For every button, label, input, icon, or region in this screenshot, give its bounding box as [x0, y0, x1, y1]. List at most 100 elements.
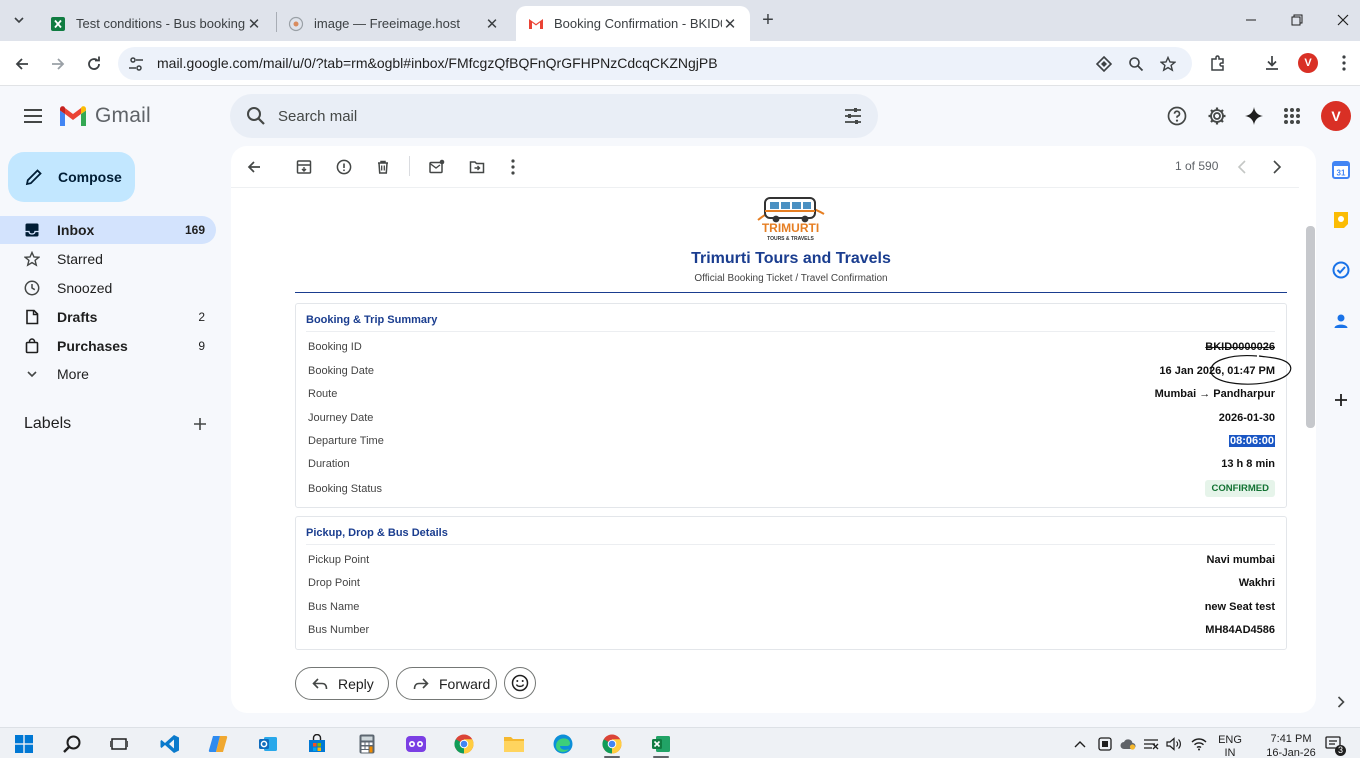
reload-button[interactable] — [81, 51, 107, 77]
reply-button[interactable]: Reply — [295, 667, 389, 700]
report-spam-button[interactable] — [333, 156, 355, 178]
back-button[interactable] — [9, 51, 35, 77]
extension-badge-button[interactable] — [1094, 54, 1114, 74]
draft-count: 2 — [198, 310, 205, 324]
sidebar-item-inbox[interactable]: Inbox 169 — [0, 216, 216, 244]
newer-button[interactable] — [1231, 156, 1253, 178]
gmail-logo-icon[interactable] — [58, 104, 88, 128]
detail-label: Pickup Point — [308, 554, 370, 566]
sidebar-item-more[interactable]: More — [0, 360, 216, 388]
taskbar-copilot[interactable] — [207, 734, 229, 754]
archive-button[interactable] — [293, 156, 315, 178]
forward-button[interactable] — [45, 51, 71, 77]
company-name: Trimurti Tours and Travels — [691, 250, 891, 267]
start-button[interactable] — [13, 734, 35, 754]
bookmark-button[interactable] — [1158, 54, 1178, 74]
alert-circle-icon — [336, 159, 352, 175]
minimize-button[interactable] — [1238, 8, 1264, 32]
tasks-panel-button[interactable] — [1331, 260, 1351, 280]
settings-button[interactable] — [1206, 105, 1228, 127]
zoom-button[interactable] — [1126, 54, 1146, 74]
search-options-icon[interactable] — [842, 105, 864, 127]
more-actions-button[interactable] — [502, 156, 524, 178]
sidebar-item-drafts[interactable]: Drafts 2 — [0, 303, 216, 331]
taskbar-file-explorer[interactable] — [503, 734, 525, 754]
restore-button[interactable] — [1284, 8, 1310, 32]
wifi-icon — [1191, 738, 1207, 751]
close-window-button[interactable] — [1330, 8, 1356, 32]
browser-tab-gmail[interactable]: Booking Confirmation - BKID00 ✕ — [516, 6, 750, 41]
scrollbar-thumb[interactable] — [1306, 226, 1315, 428]
detail-label: Booking Status — [308, 483, 382, 495]
downloads-button[interactable] — [1261, 52, 1283, 74]
account-avatar[interactable]: V — [1321, 101, 1351, 131]
taskbar-edge[interactable] — [552, 734, 574, 754]
kebab-menu-icon — [511, 159, 515, 175]
archive-icon — [296, 160, 312, 174]
sidebar-item-starred[interactable]: Starred — [0, 245, 216, 273]
emoji-reaction-button[interactable] — [504, 667, 536, 699]
departure-time-value[interactable]: 08:06:00 — [1228, 435, 1275, 447]
browser-profile-avatar[interactable]: V — [1298, 53, 1318, 73]
browser-tab-freeimage[interactable]: image — Freeimage.host ✕ — [276, 6, 512, 41]
detail-row: Booking Status CONFIRMED — [308, 480, 1275, 500]
main-menu-button[interactable] — [20, 103, 46, 129]
forward-button[interactable]: Forward — [396, 667, 497, 700]
extensions-button[interactable] — [1207, 52, 1229, 74]
tab-search-button[interactable] — [6, 8, 32, 32]
purchases-count: 9 — [198, 339, 205, 353]
tab-close-icon[interactable]: ✕ — [484, 16, 500, 33]
search-icon[interactable] — [245, 105, 267, 127]
show-hidden-icons-button[interactable] — [1069, 734, 1091, 754]
plus-icon — [1335, 394, 1347, 406]
taskbar-excel[interactable] — [650, 734, 672, 754]
move-to-button[interactable] — [466, 156, 488, 178]
taskbar-chrome[interactable] — [453, 734, 475, 754]
gear-icon — [1208, 107, 1226, 125]
keep-panel-button[interactable] — [1331, 210, 1351, 230]
compose-button[interactable]: Compose — [8, 152, 135, 202]
gemini-button[interactable] — [1243, 105, 1265, 127]
get-addons-button[interactable] — [1331, 390, 1351, 410]
freeimage-icon — [288, 16, 304, 31]
taskbar-search-button[interactable] — [61, 734, 83, 754]
tray-icon-device[interactable] — [1094, 734, 1116, 754]
support-button[interactable] — [1166, 105, 1188, 127]
detail-label: Duration — [308, 458, 350, 470]
language-indicator[interactable]: ENG IN — [1217, 734, 1243, 758]
browser-toolbar: mail.google.com/mail/u/0/?tab=rm&ogbl#in… — [0, 41, 1360, 86]
address-bar[interactable]: mail.google.com/mail/u/0/?tab=rm&ogbl#in… — [118, 47, 1192, 80]
sidebar-item-purchases[interactable]: Purchases 9 — [0, 332, 216, 360]
task-view-button[interactable] — [108, 734, 130, 754]
browser-menu-button[interactable] — [1333, 52, 1355, 74]
browser-tab-excel[interactable]: Test conditions - Bus booking.x ✕ — [38, 6, 274, 41]
create-label-button[interactable] — [191, 415, 209, 433]
tab-close-icon[interactable]: ✕ — [246, 16, 262, 33]
task-view-icon — [110, 738, 128, 750]
system-clock[interactable]: 7:41 PM 16-Jan-26 — [1264, 732, 1318, 758]
calendar-panel-button[interactable]: 31 — [1331, 160, 1351, 180]
volume-button[interactable] — [1163, 734, 1185, 754]
tab-close-icon[interactable]: ✕ — [722, 16, 738, 33]
taskbar-microsoft-store[interactable] — [306, 734, 328, 754]
wifi-button[interactable] — [1188, 734, 1210, 754]
taskbar-vscode[interactable] — [159, 734, 181, 754]
tray-icon-network-off[interactable] — [1140, 734, 1162, 754]
delete-button[interactable] — [372, 156, 394, 178]
detail-row: Pickup Point Navi mumbai — [308, 551, 1275, 571]
taskbar-chrome-active[interactable] — [601, 734, 623, 754]
sidebar-item-snoozed[interactable]: Snoozed — [0, 274, 216, 302]
show-side-panel-button[interactable] — [1331, 692, 1351, 712]
mark-unread-button[interactable] — [426, 156, 448, 178]
search-input[interactable] — [278, 104, 818, 128]
tray-icon-cloud[interactable] — [1117, 734, 1139, 754]
contacts-panel-button[interactable] — [1331, 311, 1351, 331]
back-to-inbox-button[interactable] — [243, 156, 265, 178]
older-button[interactable] — [1266, 156, 1288, 178]
taskbar-outlook[interactable] — [257, 734, 279, 754]
new-tab-button[interactable]: + — [758, 9, 778, 31]
google-apps-button[interactable] — [1281, 105, 1303, 127]
diamond-icon — [1096, 56, 1112, 72]
taskbar-game-app[interactable] — [405, 734, 427, 754]
taskbar-calculator[interactable] — [356, 734, 378, 754]
